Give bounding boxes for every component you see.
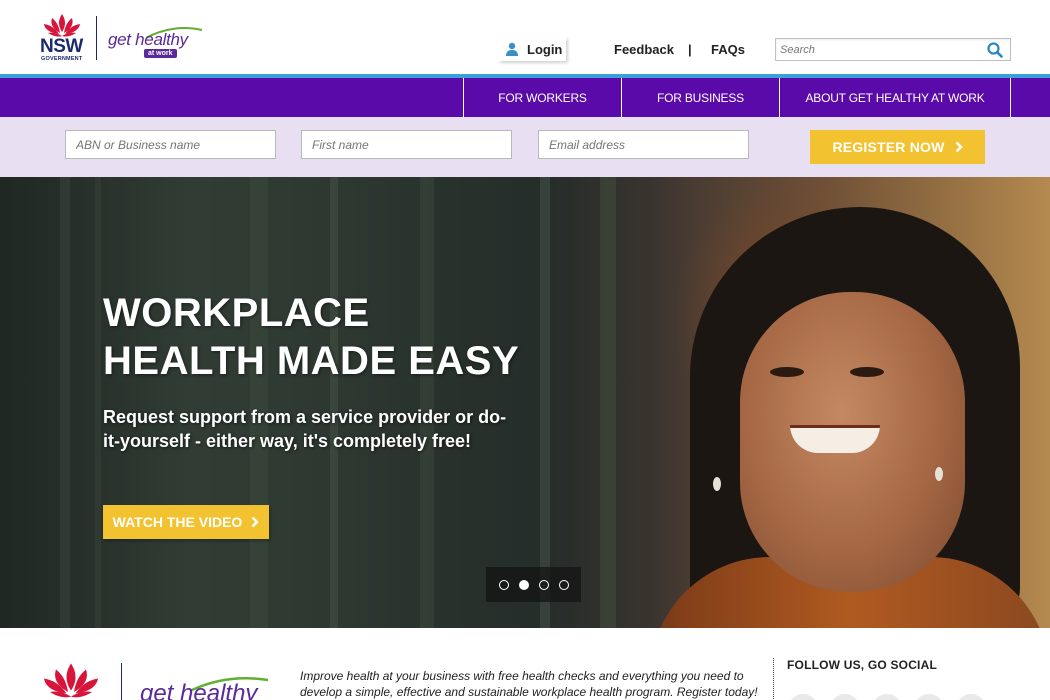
- social-icon-4[interactable]: [914, 694, 944, 700]
- abn-input[interactable]: [65, 130, 276, 159]
- hero-banner: WORKPLACE HEALTH MADE EASY Request suppo…: [0, 177, 1050, 628]
- footer-teaser: get healthy Improve health at your busin…: [0, 628, 1050, 700]
- watch-video-label: WATCH THE VIDEO: [112, 514, 243, 530]
- get-healthy-logo[interactable]: get healthy at work: [108, 26, 203, 62]
- social-icon-2[interactable]: [830, 694, 860, 700]
- footer-intro-text: Improve health at your business with fre…: [300, 669, 758, 699]
- hero-subtitle: Request support from a service provider …: [103, 407, 507, 451]
- follow-us-heading: FOLLOW US, GO SOCIAL: [787, 658, 937, 672]
- nav-about[interactable]: ABOUT GET HEALTHY AT WORK: [779, 78, 1010, 117]
- register-now-label: REGISTER NOW: [832, 139, 945, 155]
- feedback-link[interactable]: Feedback: [614, 42, 674, 57]
- search-box: [775, 38, 1011, 61]
- carousel-dot-4[interactable]: [558, 579, 569, 590]
- carousel-dot-2[interactable]: [518, 579, 529, 590]
- email-input[interactable]: [538, 130, 749, 159]
- first-name-input[interactable]: [301, 130, 512, 159]
- carousel-dot-1[interactable]: [498, 579, 509, 590]
- carousel-dot-3[interactable]: [538, 579, 549, 590]
- hero-title-line1: WORKPLACE: [103, 291, 370, 335]
- logo-divider: [96, 16, 97, 60]
- nav-divider: [1010, 78, 1011, 117]
- login-button[interactable]: Login: [498, 37, 566, 61]
- government-wordmark: GOVERNMENT: [41, 56, 83, 62]
- hero-title-line2: HEALTH MADE EASY: [103, 339, 520, 383]
- social-icon-1[interactable]: [788, 694, 818, 700]
- register-band: REGISTER NOW: [0, 117, 1050, 177]
- faqs-link[interactable]: FAQs: [711, 42, 745, 57]
- waratah-icon: [44, 14, 80, 37]
- register-now-button[interactable]: REGISTER NOW: [810, 130, 985, 164]
- social-icon-5[interactable]: [956, 694, 986, 700]
- footer-logo-divider: [121, 663, 122, 700]
- hero-title: WORKPLACE HEALTH MADE EASY: [103, 289, 519, 385]
- search-icon: [987, 41, 1003, 58]
- site-header: NSW GOVERNMENT get healthy at work Login…: [0, 0, 1050, 74]
- header-link-separator: |: [688, 42, 692, 57]
- waratah-icon: [44, 663, 98, 698]
- social-icon-3[interactable]: [872, 694, 902, 700]
- main-nav: FOR WORKERS FOR BUSINESS ABOUT GET HEALT…: [0, 78, 1050, 117]
- at-work-badge: at work: [144, 49, 177, 58]
- search-button[interactable]: [980, 39, 1010, 60]
- user-icon: [506, 42, 518, 56]
- carousel-pagination: [486, 567, 581, 602]
- footer-divider: [773, 658, 774, 700]
- login-label: Login: [527, 41, 563, 57]
- chevron-right-icon: [251, 516, 260, 528]
- nav-for-workers[interactable]: FOR WORKERS: [463, 78, 621, 117]
- watch-video-button[interactable]: WATCH THE VIDEO: [103, 505, 269, 539]
- get-healthy-wordmark: get healthy: [108, 30, 188, 49]
- chevron-right-icon: [955, 141, 963, 153]
- nsw-wordmark: NSW: [40, 36, 83, 57]
- footer-get-healthy-logo: get healthy: [140, 680, 258, 700]
- search-input[interactable]: [776, 39, 976, 60]
- nav-for-business[interactable]: FOR BUSINESS: [621, 78, 779, 117]
- nsw-government-logo[interactable]: NSW GOVERNMENT: [38, 12, 88, 64]
